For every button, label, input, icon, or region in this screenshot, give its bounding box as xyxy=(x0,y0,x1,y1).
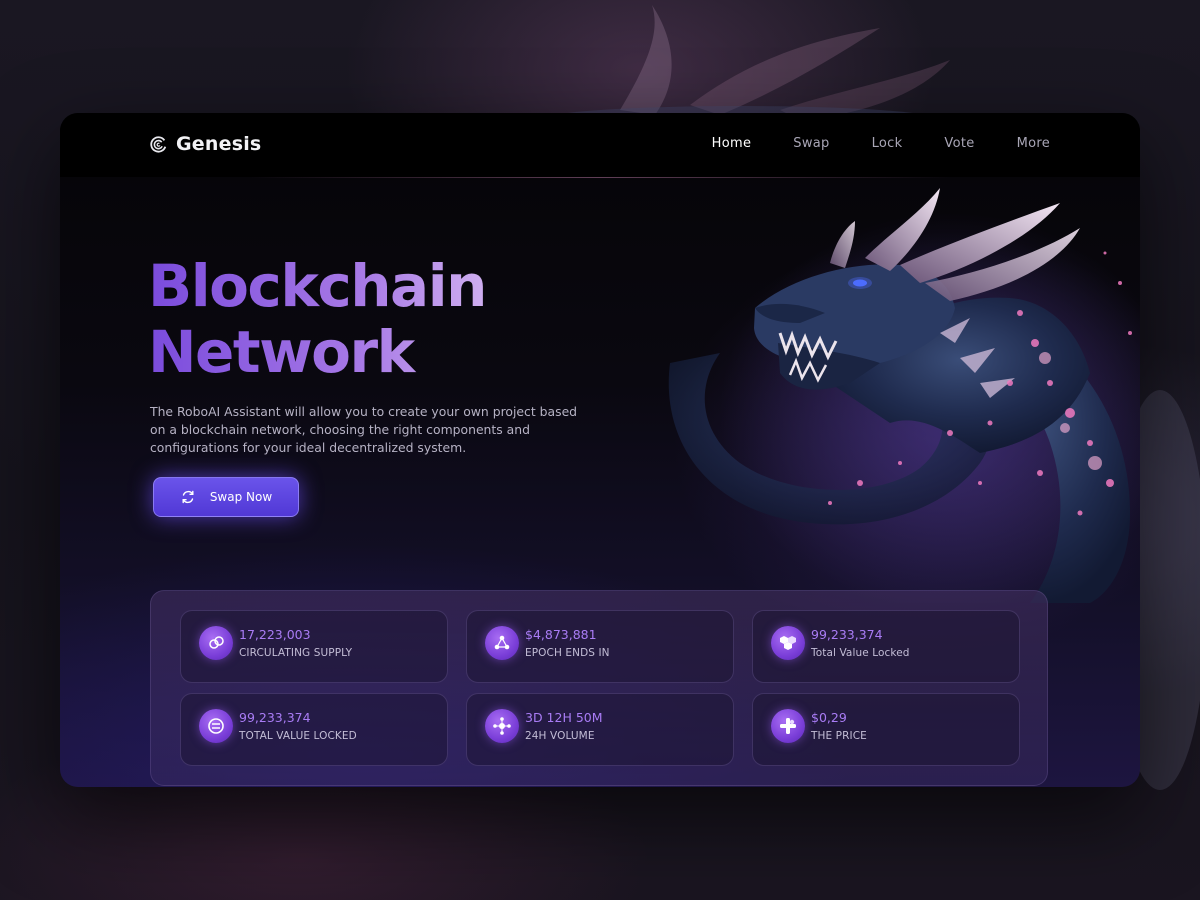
refresh-icon xyxy=(182,490,194,504)
cubes-icon xyxy=(771,626,805,660)
nodes-icon xyxy=(485,626,519,660)
nav-item-swap[interactable]: Swap xyxy=(793,136,829,151)
brand-name: Genesis xyxy=(176,133,262,155)
swap-now-button[interactable]: Swap Now xyxy=(153,477,299,517)
stat-value: $4,873,881 xyxy=(525,627,597,642)
nav-item-lock[interactable]: Lock xyxy=(872,136,903,151)
network-icon xyxy=(485,709,519,743)
app-window: Genesis Home Swap Lock Vote More Blockch… xyxy=(60,113,1140,787)
swap-now-label: Swap Now xyxy=(209,490,273,504)
stat-card-total-value-locked-2: 99,233,374 TOTAL VALUE LOCKED xyxy=(180,693,448,766)
link-coin-icon xyxy=(199,626,233,660)
nav-item-more[interactable]: More xyxy=(1017,136,1050,151)
stat-card-total-value-locked: 99,233,374 Total Value Locked xyxy=(752,610,1020,683)
stat-value: 99,233,374 xyxy=(811,627,883,642)
stat-value: $0,29 xyxy=(811,710,847,725)
stat-label: 24H VOLUME xyxy=(525,730,595,742)
stat-label: Total Value Locked xyxy=(811,647,910,659)
hero-title-line-1: Blockchain xyxy=(148,252,486,320)
coin-stack-icon xyxy=(199,709,233,743)
brand-logo[interactable]: Genesis xyxy=(150,133,261,155)
stat-card-24h-volume: 3D 12H 50M 24H VOLUME xyxy=(466,693,734,766)
swirl-logo-icon xyxy=(150,136,167,153)
stat-card-epoch: $4,873,881 EPOCH ENDS IN xyxy=(466,610,734,683)
stat-card-price: $0,29 THE PRICE xyxy=(752,693,1020,766)
dragon-illustration xyxy=(668,188,1140,603)
stat-label: EPOCH ENDS IN xyxy=(525,647,610,659)
nav-item-vote[interactable]: Vote xyxy=(944,136,974,151)
stat-card-circulating-supply: 17,223,003 CIRCULATING SUPPLY xyxy=(180,610,448,683)
background-dragon-horns xyxy=(540,5,950,130)
stat-value: 3D 12H 50M xyxy=(525,710,603,725)
stat-label: THE PRICE xyxy=(811,730,867,742)
stat-value: 99,233,374 xyxy=(239,710,311,725)
stat-label: TOTAL VALUE LOCKED xyxy=(239,730,357,742)
nav-divider xyxy=(250,177,950,178)
stat-value: 17,223,003 xyxy=(239,627,311,642)
hero-title: Blockchain Network xyxy=(148,253,628,385)
stat-label: CIRCULATING SUPPLY xyxy=(239,647,353,659)
nav-menu: Home Swap Lock Vote More xyxy=(670,136,1050,151)
stats-panel: 17,223,003 CIRCULATING SUPPLY $4,873,881… xyxy=(150,590,1048,786)
nav-item-home[interactable]: Home xyxy=(712,136,752,151)
hero-description: The RoboAI Assistant will allow you to c… xyxy=(150,404,578,455)
top-navigation: Genesis Home Swap Lock Vote More xyxy=(60,113,1140,177)
hero-title-line-2: Network xyxy=(148,318,414,386)
puzzle-icon xyxy=(771,709,805,743)
